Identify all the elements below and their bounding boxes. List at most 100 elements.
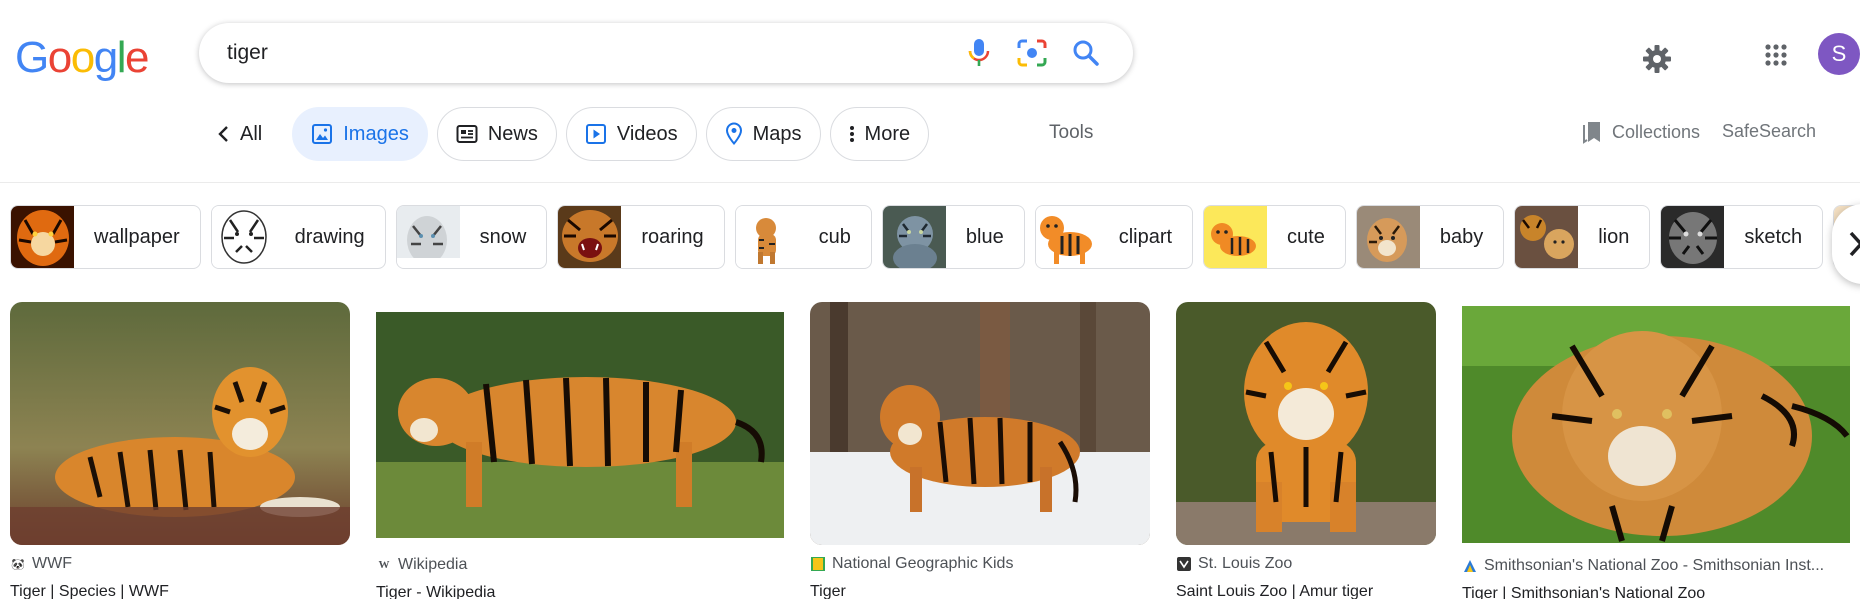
voice-search-button[interactable] — [961, 35, 997, 71]
image-result[interactable]: 🐼 WWF Tiger | Species | WWF — [10, 302, 350, 599]
chip-sketch[interactable]: sketch — [1660, 205, 1824, 269]
tab-all[interactable]: All — [210, 107, 275, 161]
chip-label: roaring — [641, 225, 704, 248]
logo-letter: l — [116, 33, 127, 82]
tab-label: Images — [343, 122, 409, 145]
tab-maps[interactable]: Maps — [705, 107, 821, 161]
map-pin-icon — [725, 122, 742, 146]
result-source-label: National Geographic Kids — [832, 555, 1014, 572]
header-divider — [0, 182, 1860, 183]
chip-thumbnail — [1661, 206, 1725, 268]
collections-button[interactable]: Collections — [1582, 120, 1700, 144]
image-search-button[interactable] — [1014, 35, 1050, 71]
news-icon — [456, 125, 478, 143]
tab-label: Maps — [752, 122, 802, 145]
chip-drawing[interactable]: drawing — [210, 205, 386, 269]
chip-blue[interactable]: blue — [881, 205, 1025, 269]
result-source-label: Wikipedia — [398, 556, 468, 573]
chip-label: wallpaper — [94, 225, 180, 248]
result-source[interactable]: W Wikipedia — [376, 556, 784, 574]
chip-label: snow — [479, 225, 527, 248]
microphone-icon — [968, 39, 990, 66]
result-image[interactable] — [376, 312, 784, 538]
chip-label: cute — [1287, 225, 1325, 248]
apps-grid-icon — [1765, 44, 1787, 66]
chip-label: drawing — [294, 225, 365, 248]
chip-lion[interactable]: lion — [1514, 205, 1651, 269]
result-image[interactable] — [10, 302, 350, 545]
result-source-label: WWF — [32, 555, 72, 572]
result-source[interactable]: 🐼 WWF — [10, 555, 350, 573]
search-box — [199, 23, 1133, 83]
related-searches-chips: wallpaper drawing snow roaring cub blue … — [10, 205, 1860, 269]
chip-thumbnail — [1204, 206, 1268, 268]
result-title[interactable]: Tiger — [810, 583, 1150, 599]
smithsonian-icon — [1462, 558, 1478, 574]
chip-wallpaper[interactable]: wallpaper — [10, 205, 201, 269]
tab-more[interactable]: More — [829, 107, 930, 161]
search-tabs: All Images News Videos Maps More — [210, 107, 938, 161]
tab-videos[interactable]: Videos — [565, 107, 697, 161]
chip-label: clipart — [1118, 225, 1173, 248]
video-icon — [585, 124, 606, 144]
result-source[interactable]: St. Louis Zoo — [1176, 555, 1436, 573]
image-result[interactable]: National Geographic Kids Tiger — [810, 302, 1150, 599]
result-image[interactable] — [810, 302, 1150, 545]
result-title[interactable]: Tiger | Species | WWF — [10, 583, 350, 599]
tab-label: News — [487, 122, 538, 145]
result-source[interactable]: National Geographic Kids — [810, 555, 1150, 573]
search-submit-button[interactable] — [1068, 35, 1104, 71]
image-result[interactable]: Smithsonian's National Zoo - Smithsonian… — [1462, 306, 1850, 599]
natgeo-icon — [810, 556, 826, 572]
account-avatar[interactable]: S — [1818, 33, 1860, 75]
chip-thumbnail — [211, 206, 275, 268]
stlzoo-icon — [1176, 556, 1192, 572]
image-result[interactable]: W Wikipedia Tiger - Wikipedia — [376, 312, 784, 599]
camera-lens-icon — [1017, 39, 1047, 67]
chip-thumbnail — [1515, 206, 1579, 268]
tab-images[interactable]: Images — [292, 107, 428, 161]
search-input[interactable] — [227, 37, 947, 69]
result-title[interactable]: Tiger | Smithsonian's National Zoo — [1462, 585, 1850, 599]
chip-label: sketch — [1744, 225, 1803, 248]
wikipedia-icon: W — [378, 559, 390, 571]
chip-roaring[interactable]: roaring — [557, 205, 725, 269]
chip-cub[interactable]: cub — [734, 205, 872, 269]
chip-label: cub — [818, 225, 851, 248]
tab-label: Videos — [616, 122, 678, 145]
result-title[interactable]: Tiger - Wikipedia — [376, 584, 784, 599]
chip-baby[interactable]: baby — [1355, 205, 1505, 269]
result-source-label: St. Louis Zoo — [1198, 555, 1293, 572]
tab-label: More — [864, 122, 911, 145]
result-title[interactable]: Saint Louis Zoo | Amur tiger — [1176, 583, 1436, 599]
chip-thumbnail — [396, 206, 460, 268]
chip-thumbnail — [1356, 206, 1420, 268]
chip-thumbnail — [1035, 206, 1099, 268]
bookmark-icon — [1583, 122, 1600, 144]
logo-letter: o — [47, 33, 72, 82]
panda-icon: 🐼 — [11, 558, 25, 571]
result-source[interactable]: Smithsonian's National Zoo - Smithsonian… — [1462, 557, 1850, 575]
logo-letter: e — [124, 33, 149, 82]
chip-label: blue — [965, 225, 1004, 248]
image-result[interactable]: St. Louis Zoo Saint Louis Zoo | Amur tig… — [1176, 302, 1436, 599]
image-icon — [312, 124, 333, 144]
result-image[interactable] — [1462, 306, 1850, 543]
chip-label: lion — [1598, 225, 1630, 248]
settings-button[interactable] — [1638, 40, 1676, 78]
google-apps-button[interactable] — [1757, 36, 1795, 74]
tab-label: All — [240, 122, 263, 145]
search-icon — [1073, 40, 1099, 66]
logo-letter: o — [70, 33, 95, 82]
safesearch-button[interactable]: SafeSearch — [1722, 121, 1816, 142]
chip-cute[interactable]: cute — [1203, 205, 1346, 269]
google-logo[interactable]: Google — [15, 33, 149, 83]
chip-clipart[interactable]: clipart — [1034, 205, 1194, 269]
gear-icon — [1643, 45, 1671, 73]
chip-thumbnail — [735, 206, 799, 268]
chip-snow[interactable]: snow — [395, 205, 548, 269]
tools-button[interactable]: Tools — [1049, 122, 1093, 144]
result-image[interactable] — [1176, 302, 1436, 545]
tab-news[interactable]: News — [436, 107, 557, 161]
avatar-initial: S — [1831, 41, 1847, 66]
